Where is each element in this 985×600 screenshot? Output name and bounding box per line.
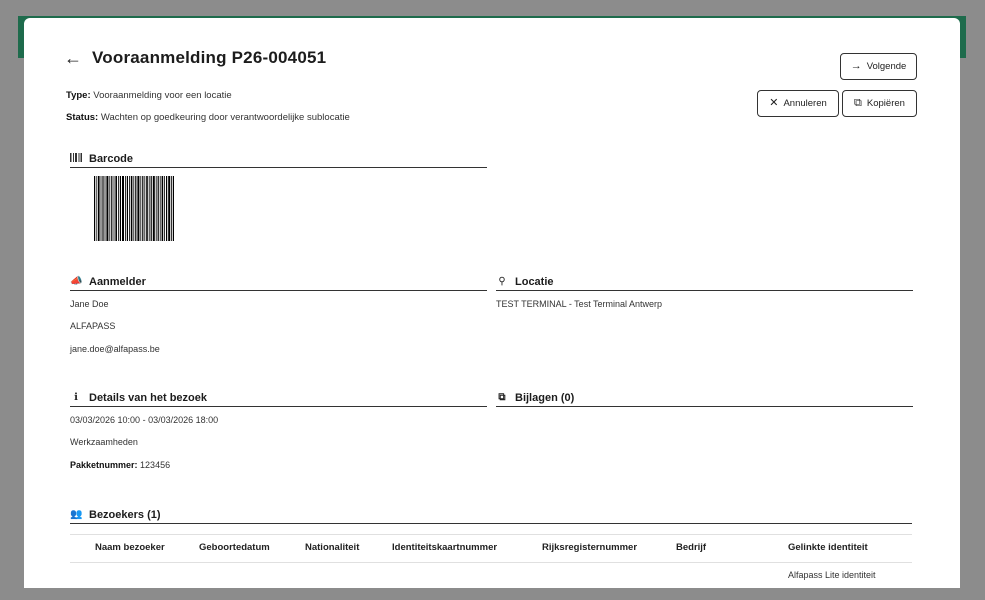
col-nationaliteit[interactable]: Nationaliteit — [305, 542, 359, 553]
status-line: Status: Wachten op goedkeuring door vera… — [66, 112, 350, 123]
table-header-bottom-border — [70, 562, 912, 563]
preregistration-detail-modal: ← Vooraanmelding P26-004051 Type: Vooraa… — [24, 18, 960, 588]
col-identiteitskaartnummer[interactable]: Identiteitskaartnummer — [392, 542, 497, 553]
copy-icon: ⧉ — [498, 392, 506, 403]
status-label: Status: — [66, 112, 99, 123]
details-heading: Details van het bezoek — [89, 391, 207, 404]
aanmelder-email: jane.doe@alfapass.be — [70, 344, 160, 354]
next-button-label: Volgende — [866, 61, 907, 72]
package-number-value: 123456 — [140, 460, 171, 470]
aanmelder-name: Jane Doe — [70, 299, 109, 309]
bezoekers-section-heading: 👥 Bezoekers (1) — [70, 508, 912, 524]
copy-button[interactable]: ⧉ Kopiëren — [842, 90, 917, 117]
aanmelder-section-heading: 📣 Aanmelder — [70, 275, 487, 291]
col-bedrijf[interactable]: Bedrijf — [676, 542, 706, 553]
copy-button-label: Kopiëren — [866, 98, 905, 109]
arrow-left-icon[interactable]: ← — [64, 49, 82, 67]
package-number-label: Pakketnummer: — [70, 460, 138, 470]
map-marker-icon: ⚲ — [498, 276, 506, 287]
type-value: Vooraanmelding voor een locatie — [93, 90, 232, 101]
type-label: Type: — [66, 90, 91, 101]
status-value: Wachten op goedkeuring door verantwoorde… — [100, 112, 350, 123]
copy-icon: ⧉ — [854, 97, 862, 109]
title-row: ← Vooraanmelding P26-004051 — [64, 48, 326, 68]
locatie-section-heading: ⚲ Locatie — [496, 275, 913, 291]
barcode-section-heading: Barcode — [70, 152, 487, 168]
col-rijksregisternummer[interactable]: Rijksregisternummer — [542, 542, 637, 553]
col-naam-bezoeker[interactable]: Naam bezoeker — [95, 542, 165, 553]
table-header-top-border — [70, 534, 912, 535]
details-section-heading: ℹ Details van het bezoek — [70, 391, 487, 407]
aanmelder-company: ALFAPASS — [70, 321, 116, 331]
aanmelder-heading: Aanmelder — [89, 275, 146, 288]
info-icon: ℹ — [74, 392, 78, 403]
package-number-line: Pakketnummer: 123456 — [70, 460, 170, 470]
locatie-heading: Locatie — [515, 275, 554, 288]
cancel-button-label: Annuleren — [783, 98, 827, 109]
megaphone-icon: 📣 — [70, 276, 83, 287]
table-row-linked-identity: Alfapass Lite identiteit — [788, 570, 876, 580]
barcode-icon — [70, 152, 82, 165]
barcode-heading: Barcode — [89, 152, 134, 165]
bijlagen-section-heading: ⧉ Bijlagen (0) — [496, 391, 913, 407]
cancel-button[interactable]: ✕ Annuleren — [757, 90, 839, 117]
users-icon: 👥 — [70, 509, 83, 520]
next-button[interactable]: → Volgende — [840, 53, 917, 80]
arrow-right-icon: → — [850, 60, 862, 72]
barcode-image — [94, 176, 174, 241]
bijlagen-heading: Bijlagen (0) — [515, 391, 575, 404]
type-line: Type: Vooraanmelding voor een locatie — [66, 90, 232, 101]
bezoekers-heading: Bezoekers (1) — [89, 508, 161, 521]
visit-period: 03/03/2026 10:00 - 03/03/2026 18:00 — [70, 415, 219, 425]
col-geboortedatum[interactable]: Geboortedatum — [199, 542, 270, 553]
col-gelinkte-identiteit[interactable]: Gelinkte identiteit — [788, 542, 868, 553]
close-icon: ✕ — [769, 97, 779, 109]
visit-purpose: Werkzaamheden — [70, 437, 138, 447]
page-title: Vooraanmelding P26-004051 — [92, 48, 327, 67]
locatie-value: TEST TERMINAL - Test Terminal Antwerp — [496, 299, 663, 309]
